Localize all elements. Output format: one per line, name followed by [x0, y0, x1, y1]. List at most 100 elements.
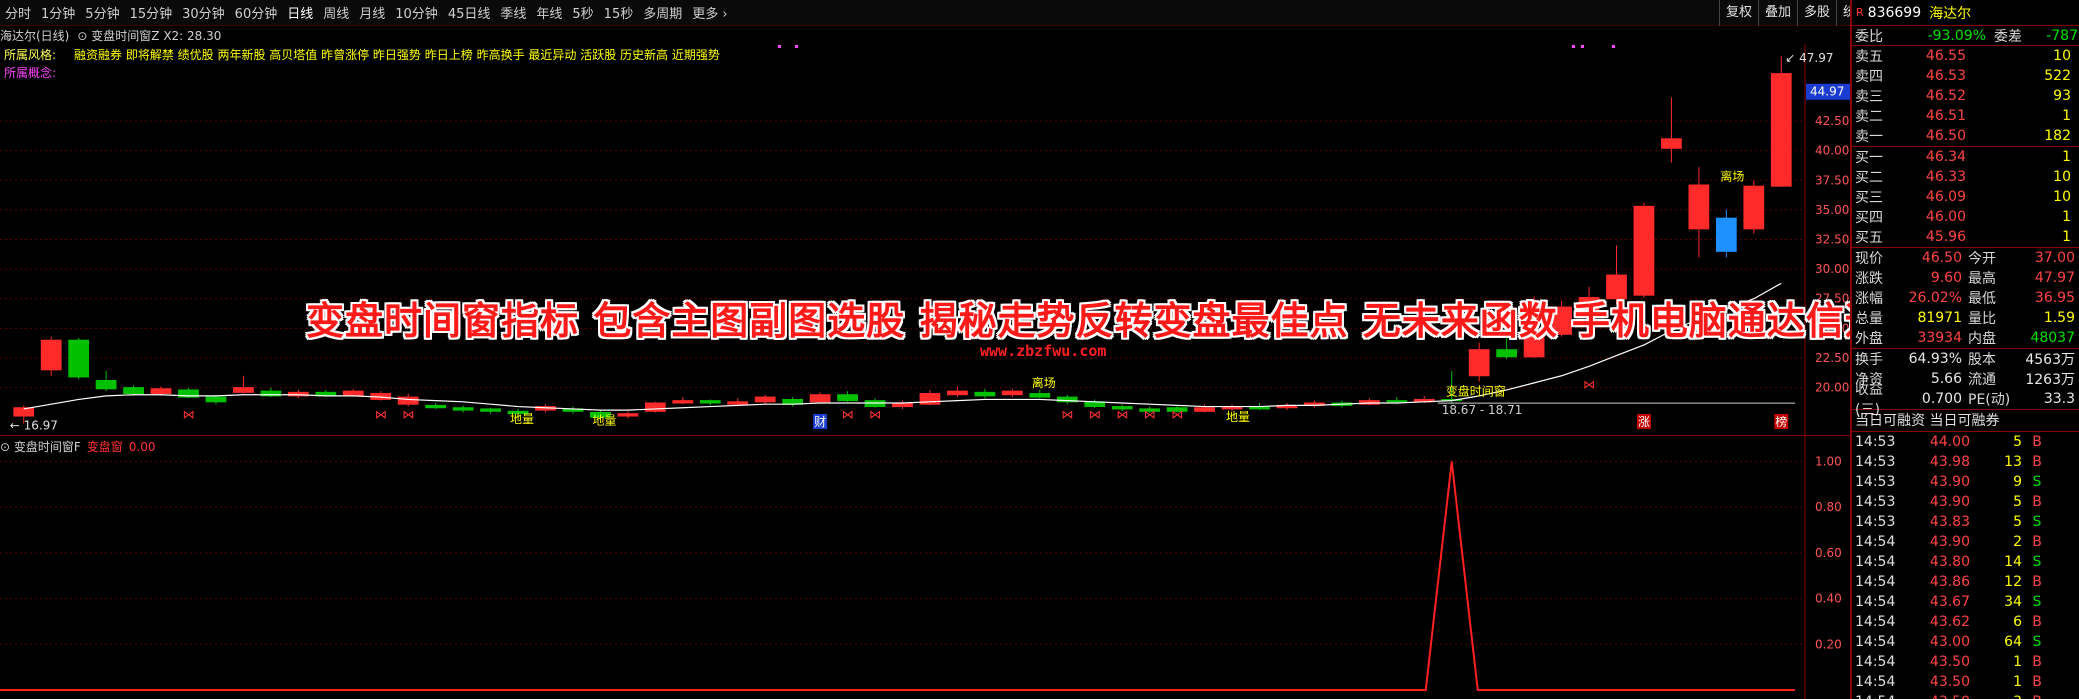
- top-dot-marker: [778, 45, 781, 48]
- indicator-param-label: X2:: [163, 28, 184, 43]
- candle: [260, 387, 282, 398]
- candle: [68, 337, 90, 380]
- candle-body: [425, 404, 447, 409]
- period-12[interactable]: 年线: [531, 3, 567, 22]
- bid-level-2[interactable]: 买三 46.09 10: [1852, 187, 2079, 207]
- candle: [425, 403, 447, 409]
- candle-body: [1001, 390, 1023, 396]
- price-tick-label: 22.50: [1815, 351, 1849, 365]
- bid-label: 买四: [1855, 210, 1883, 226]
- candle: [562, 406, 584, 414]
- candle: [178, 387, 199, 399]
- period-15[interactable]: 多周期: [638, 3, 687, 22]
- period-16[interactable]: 更多 ›: [687, 3, 732, 22]
- period-7[interactable]: 周线: [318, 3, 354, 22]
- sub-tick-label: 0.40: [1815, 592, 1842, 606]
- tick-price: 43.90: [1929, 494, 1970, 510]
- candle-body: [452, 407, 474, 411]
- weicha-value: -787: [2046, 27, 2078, 44]
- bid-price: 46.00: [1925, 209, 1966, 225]
- period-8[interactable]: 月线: [354, 3, 390, 22]
- sub-tick-label: 0.20: [1815, 637, 1842, 651]
- candle: [754, 394, 776, 405]
- ask-level-2[interactable]: 卖三 46.52 93: [1852, 86, 2079, 106]
- price-stat-row-2: 涨幅 26.02% 最低 36.95: [1852, 288, 2079, 308]
- bid-price: 46.09: [1925, 189, 1966, 205]
- stock-period-label[interactable]: 海达尔(日线): [0, 27, 69, 44]
- candle: [672, 397, 694, 405]
- candle: [974, 388, 996, 399]
- tick-side: S: [2032, 634, 2042, 650]
- tick-row: 14:54 43.62 6 B: [1852, 612, 2079, 632]
- price-stat-value: 33934: [1917, 330, 1962, 346]
- period-10[interactable]: 45日线: [443, 3, 496, 22]
- tick-side: S: [2032, 554, 2042, 570]
- period-11[interactable]: 季线: [495, 3, 531, 22]
- ask-volume: 522: [2044, 68, 2071, 84]
- candle-body: [1661, 138, 1682, 149]
- chart-info-line: 海达尔(日线) ⊙ 变盘时间窗Z X2: 28.30: [0, 26, 221, 44]
- butterfly-marker: ⋈: [869, 407, 881, 421]
- indicator-label[interactable]: ⊙ 变盘时间窗Z X2: 28.30: [77, 27, 221, 44]
- ask-level-1[interactable]: 卖四 46.53 522: [1852, 66, 2079, 86]
- period-4[interactable]: 30分钟: [177, 3, 230, 22]
- bid-levels: 买一 46.34 1 买二 46.33 10 买三 46.09 10 买四 46.00 1 买五 45.9…: [1852, 147, 2079, 248]
- tick-price: 43.98: [1929, 454, 1970, 470]
- ask-volume: 1: [2062, 108, 2071, 124]
- toolbar-button-1[interactable]: 叠加: [1757, 0, 1797, 26]
- price-tick-label: 20.00: [1815, 381, 1849, 395]
- bid-level-4[interactable]: 买五 45.96 1: [1852, 227, 2079, 247]
- candle: [1304, 400, 1325, 408]
- period-14[interactable]: 15秒: [599, 3, 639, 22]
- tick-time: 14:54: [1852, 694, 1916, 699]
- high-price-mark: ↙ 47.97: [1785, 51, 1833, 65]
- sub-indicator-chart[interactable]: 1.00 0.80 0.60 0.40 0.20: [0, 435, 1850, 699]
- candle-body: [699, 400, 721, 404]
- period-2[interactable]: 5分钟: [80, 3, 124, 22]
- candle-body: [754, 396, 776, 403]
- period-0[interactable]: 分时: [0, 3, 36, 22]
- main-candlestick-chart[interactable]: 42.5040.0037.5035.0032.5030.0027.5025.00…: [0, 44, 1850, 435]
- candle: [617, 411, 639, 419]
- price-stat-label: 量比: [1968, 311, 1996, 327]
- sub-indicator-name[interactable]: ⊙ 变盘时间窗F: [0, 438, 81, 455]
- toolbar-button-2[interactable]: 多股: [1796, 0, 1836, 26]
- share-stat-label: 流通: [1968, 372, 1996, 388]
- candle: [1715, 209, 1737, 258]
- candle-body: [205, 396, 227, 403]
- bid-level-3[interactable]: 买四 46.00 1: [1852, 207, 2079, 227]
- price-tick-label: 37.50: [1815, 173, 1849, 187]
- butterfly-marker: ⋈: [1144, 407, 1156, 421]
- candle-body: [1386, 400, 1408, 403]
- watermark-url: www.zbzfwu.com: [980, 342, 1107, 360]
- period-6[interactable]: 日线: [282, 3, 318, 22]
- volume-label: 地量: [592, 413, 616, 427]
- price-stats: 现价 46.50 今开 37.00 涨跌 9.60 最高 47.97 涨幅 26.02% 最低 36.…: [1852, 248, 2079, 349]
- ask-level-3[interactable]: 卖二 46.51 1: [1852, 106, 2079, 126]
- price-tick-label: 42.50: [1815, 114, 1849, 128]
- butterfly-marker: ⋈: [1116, 407, 1128, 421]
- bid-level-1[interactable]: 买二 46.33 10: [1852, 167, 2079, 187]
- period-13[interactable]: 5秒: [567, 3, 598, 22]
- toolbar-button-0[interactable]: 复权: [1718, 0, 1758, 26]
- period-3[interactable]: 15分钟: [125, 3, 178, 22]
- tick-volume: 3: [1970, 694, 2022, 699]
- share-stat-row-0: 换手 64.93% 股本 4563万: [1852, 349, 2079, 369]
- tick-row: 14:54 43.67 34 S: [1852, 592, 2079, 612]
- bid-level-0[interactable]: 买一 46.34 1: [1852, 147, 2079, 167]
- margin-tabs[interactable]: 当日可融资 当日可融券: [1852, 410, 2079, 432]
- tick-price: 43.62: [1929, 614, 1970, 630]
- tick-side: B: [2032, 494, 2042, 510]
- tick-volume: 64: [2004, 634, 2022, 650]
- ask-level-0[interactable]: 卖五 46.55 10: [1852, 46, 2079, 66]
- share-stat-value: 4563万: [2025, 352, 2075, 368]
- period-5[interactable]: 60分钟: [230, 3, 283, 22]
- tick-price: 44.00: [1929, 434, 1970, 450]
- tick-side: B: [2032, 454, 2042, 470]
- tick-row: 14:54 43.50 1 B: [1852, 672, 2079, 692]
- period-1[interactable]: 1分钟: [36, 3, 80, 22]
- period-9[interactable]: 10分钟: [390, 3, 443, 22]
- share-stat-value: 0.700: [1921, 391, 1962, 407]
- ask-level-4[interactable]: 卖一 46.50 182: [1852, 126, 2079, 146]
- low-price-mark: ← 16.97: [10, 419, 58, 433]
